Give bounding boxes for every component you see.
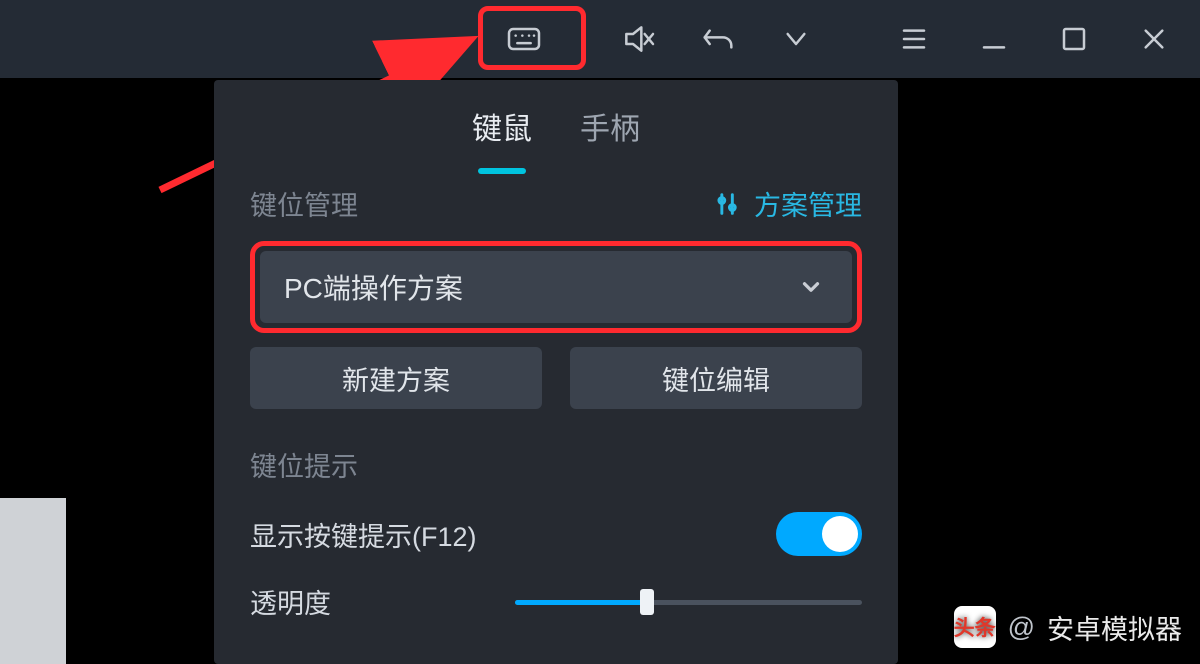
minimize-icon — [974, 19, 1014, 59]
keyboard-mapping-button[interactable] — [496, 11, 552, 67]
tab-keyboard-mouse[interactable]: 键鼠 — [468, 98, 536, 168]
show-key-hint-toggle[interactable] — [776, 512, 862, 556]
scheme-management-text: 方案管理 — [754, 184, 862, 223]
hamburger-icon — [894, 19, 934, 59]
input-mode-tabs: 键鼠 手柄 — [214, 98, 898, 168]
close-icon — [1134, 19, 1174, 59]
chevron-down-icon — [798, 274, 824, 300]
scheme-select-value: PC端操作方案 — [284, 267, 463, 307]
close-button[interactable] — [1126, 11, 1182, 67]
slider-thumb[interactable] — [640, 589, 654, 615]
toggle-knob — [822, 516, 858, 552]
watermark-name: 安卓模拟器 — [1047, 608, 1182, 647]
background-element — [0, 498, 66, 664]
scheme-management-link[interactable]: 方案管理 — [716, 184, 862, 223]
keymap-management-label: 键位管理 — [250, 184, 358, 223]
keymap-panel: 键鼠 手柄 键位管理 方案管理 PC端操作方案 — [214, 80, 898, 664]
app-toolbar — [0, 0, 1200, 78]
sliders-icon — [716, 190, 744, 218]
opacity-label: 透明度 — [250, 582, 331, 621]
slider-fill — [515, 600, 647, 605]
mute-button[interactable] — [610, 11, 666, 67]
keyboard-icon — [504, 19, 544, 59]
undo-icon — [698, 19, 738, 59]
undo-button[interactable] — [690, 11, 746, 67]
chevron-down-icon — [776, 19, 816, 59]
speaker-mute-icon — [618, 19, 658, 59]
toolbar-dropdown-button[interactable] — [768, 11, 824, 67]
new-scheme-button[interactable]: 新建方案 — [250, 347, 542, 409]
menu-button[interactable] — [886, 11, 942, 67]
key-hint-section-label: 键位提示 — [250, 445, 862, 484]
watermark-at: @ — [1008, 612, 1035, 643]
source-watermark: 头条 @ 安卓模拟器 — [954, 606, 1182, 648]
edit-keymap-button[interactable]: 键位编辑 — [570, 347, 862, 409]
maximize-icon — [1054, 19, 1094, 59]
watermark-badge: 头条 — [954, 606, 996, 648]
show-key-hint-label: 显示按键提示(F12) — [250, 515, 477, 554]
scheme-select[interactable]: PC端操作方案 — [260, 251, 852, 323]
minimize-button[interactable] — [966, 11, 1022, 67]
opacity-slider[interactable] — [515, 593, 862, 611]
tab-gamepad[interactable]: 手柄 — [576, 98, 644, 168]
maximize-button[interactable] — [1046, 11, 1102, 67]
